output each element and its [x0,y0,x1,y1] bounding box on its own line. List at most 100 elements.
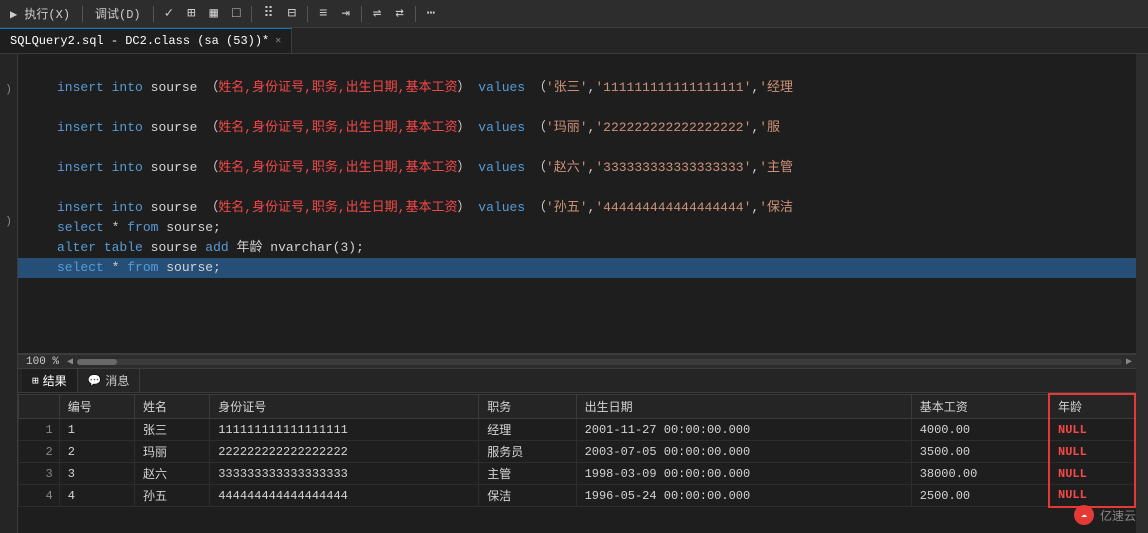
toolbar-debug[interactable]: 调试(D) [91,3,145,24]
sep4 [307,6,308,22]
gutter-item2: ) [0,216,17,228]
table-row: 2 2 玛丽 222222222222222222 服务员 2003-07-05… [19,441,1136,463]
code-line [18,138,1136,158]
code-line: insert into sourse （姓名,身份证号,职务,出生日期,基本工资… [18,198,1136,218]
toolbar-run[interactable]: ▶ 执行(X) [6,3,74,24]
sep5 [361,6,362,22]
code-line [18,178,1136,198]
result-tabs: ⊞ 结果 💬 消息 [18,369,1136,393]
cell-age: NULL [1049,419,1135,441]
cell-rownum: 4 [19,485,60,507]
cell-birth: 2001-11-27 00:00:00.000 [576,419,911,441]
cell-job: 保洁 [479,485,576,507]
col-birth: 出生日期 [576,394,911,419]
cell-rownum: 1 [19,419,60,441]
grid-icon[interactable]: ⊞ [184,3,198,24]
tab-bar: SQLQuery2.sql - DC2.class (sa (53))* ✕ [0,28,1148,54]
gutter-item: ) [0,84,17,96]
tab-close-icon[interactable]: ✕ [275,35,281,47]
watermark-label: 亿速云 [1100,507,1136,524]
cell-id: 3 [59,463,134,485]
col-name: 姓名 [134,394,209,419]
editor-area: insert into sourse （姓名,身份证号,职务,出生日期,基本工资… [18,54,1136,533]
col-id: 编号 [59,394,134,419]
scroll-left-icon[interactable]: ◀ [67,356,73,368]
cell-name: 玛丽 [134,441,209,463]
grid2-icon[interactable]: ⊟ [285,3,299,24]
cell-age: NULL [1049,441,1135,463]
col-job: 职务 [479,394,576,419]
sep6 [415,6,416,22]
code-line [18,98,1136,118]
tab-sqlquery2[interactable]: SQLQuery2.sql - DC2.class (sa (53))* ✕ [0,28,292,53]
cell-salary: 4000.00 [911,419,1049,441]
check-icon[interactable]: ✓ [162,3,176,24]
more-icon[interactable]: ⋯ [424,3,438,24]
cell-idnum: 222222222222222222 [210,441,479,463]
code-line [18,298,1136,318]
table-icon[interactable]: ▦ [207,3,221,24]
col-salary: 基本工资 [911,394,1049,419]
tab-messages[interactable]: 💬 消息 [78,369,141,392]
table-row: 4 4 孙五 444444444444444444 保洁 1996-05-24 … [19,485,1136,507]
tab-results[interactable]: ⊞ 结果 [22,369,78,392]
code-line: insert into sourse （姓名,身份证号,职务,出生日期,基本工资… [18,158,1136,178]
main-container: ) ) insert into sourse （姓名,身份证号,职务,出生日期,… [0,54,1148,533]
code-line [18,58,1136,78]
code-editor[interactable]: insert into sourse （姓名,身份证号,职务,出生日期,基本工资… [18,54,1136,353]
col-rownum [19,394,60,419]
align-icon[interactable]: ⇌ [370,3,384,24]
cell-name: 赵六 [134,463,209,485]
cell-birth: 1996-05-24 00:00:00.000 [576,485,911,507]
cell-rownum: 2 [19,441,60,463]
cell-idnum: 444444444444444444 [210,485,479,507]
sep3 [251,6,252,22]
indent-icon[interactable]: ⇥ [338,3,352,24]
cell-salary: 3500.00 [911,441,1049,463]
results-table: 编号 姓名 身份证号 职务 出生日期 基本工资 年龄 1 1 [18,393,1136,508]
watermark-icon: ☁ [1074,505,1094,525]
sep2 [153,6,154,22]
horizontal-scrollbar[interactable] [77,359,1122,365]
bars-icon[interactable]: ≡ [316,4,330,24]
cell-job: 服务员 [479,441,576,463]
cell-salary: 38000.00 [911,463,1049,485]
format-icon[interactable]: ⇄ [392,3,406,24]
messages-icon: 💬 [88,374,102,388]
scrollbar-row: 100 % ◀ ▶ [18,355,1136,369]
scrollbar-thumb [77,359,117,365]
cell-rownum: 3 [19,463,60,485]
cell-birth: 1998-03-09 00:00:00.000 [576,463,911,485]
left-gutter: ) ) [0,54,18,533]
square-icon[interactable]: □ [229,4,243,24]
code-line [18,318,1136,338]
vertical-scrollbar[interactable] [1136,54,1148,533]
code-line: select * from sourse; [18,218,1136,238]
messages-tab-label: 消息 [105,372,129,389]
toolbar: ▶ 执行(X) 调试(D) ✓ ⊞ ▦ □ ⠿ ⊟ ≡ ⇥ ⇌ ⇄ ⋯ [0,0,1148,28]
cell-job: 主管 [479,463,576,485]
bottom-panel: 100 % ◀ ▶ ⊞ 结果 💬 消息 [18,353,1136,533]
cell-id: 2 [59,441,134,463]
results-icon: ⊞ [32,374,39,388]
code-line: insert into sourse （姓名,身份证号,职务,出生日期,基本工资… [18,78,1136,98]
zoom-label: 100 % [22,356,63,368]
cell-age: NULL [1049,485,1135,507]
cell-job: 经理 [479,419,576,441]
scroll-right-icon[interactable]: ▶ [1126,356,1132,368]
code-line: alter table sourse add 年龄 nvarchar(3); [18,238,1136,258]
cell-id: 4 [59,485,134,507]
dots-icon[interactable]: ⠿ [260,3,276,24]
col-age: 年龄 [1049,394,1135,419]
table-row: 3 3 赵六 333333333333333333 主管 1998-03-09 … [19,463,1136,485]
watermark: ☁ 亿速云 [1074,505,1136,525]
cell-id: 1 [59,419,134,441]
cell-idnum: 333333333333333333 [210,463,479,485]
tab-label: SQLQuery2.sql - DC2.class (sa (53))* [10,34,269,48]
cell-age: NULL [1049,463,1135,485]
code-line: insert into sourse （姓名,身份证号,职务,出生日期,基本工资… [18,118,1136,138]
table-header-row: 编号 姓名 身份证号 职务 出生日期 基本工资 年龄 [19,394,1136,419]
cell-name: 孙五 [134,485,209,507]
results-table-container[interactable]: 编号 姓名 身份证号 职务 出生日期 基本工资 年龄 1 1 [18,393,1136,533]
cell-idnum: 111111111111111111 [210,419,479,441]
